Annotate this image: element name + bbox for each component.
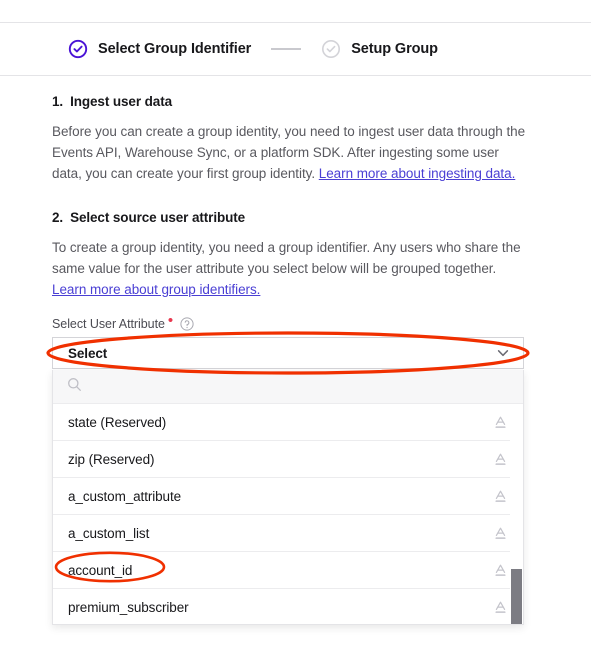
dropdown-option-label: a_custom_attribute (68, 488, 182, 504)
section-two-title: 2. Select source user attribute (52, 210, 530, 225)
check-circle-icon (321, 39, 341, 59)
text-type-icon (494, 452, 507, 466)
select-value: Select (68, 345, 108, 361)
search-icon (67, 377, 82, 397)
select-user-attribute-label-row: Select User Attribute • (52, 312, 530, 331)
section-one-title: 1. Ingest user data (52, 94, 530, 109)
dropdown-option[interactable]: a_custom_list (53, 515, 523, 552)
select-user-attribute-label: Select User Attribute (52, 317, 165, 331)
dropdown-option[interactable]: a_custom_attribute (53, 478, 523, 515)
text-type-icon (494, 415, 507, 429)
section-two-body-text: To create a group identity, you need a g… (52, 240, 521, 276)
step-label: Select Group Identifier (98, 41, 252, 57)
chevron-down-icon[interactable] (495, 345, 511, 361)
dropdown-option[interactable]: premium_subscriber (53, 589, 523, 624)
dropdown-scrollbar-track[interactable] (510, 404, 523, 624)
dropdown-option-label: a_custom_list (68, 525, 150, 541)
dropdown-option-label: premium_subscriber (68, 599, 189, 615)
header-divider (0, 75, 591, 76)
required-indicator: • (167, 312, 174, 329)
dropdown-option-label: state (Reserved) (68, 414, 167, 430)
dropdown-option[interactable]: state (Reserved) (53, 404, 523, 441)
step-select-group-identifier[interactable]: Select Group Identifier (68, 39, 251, 59)
dropdown-option-label: account_id (68, 562, 133, 578)
check-circle-icon (68, 39, 88, 59)
dropdown-search-input[interactable] (91, 378, 471, 395)
ingest-data-link[interactable]: Learn more about ingesting data. (319, 166, 516, 181)
dropdown-option[interactable]: account_id (53, 552, 523, 589)
group-identifiers-link[interactable]: Learn more about group identifiers. (52, 282, 260, 297)
step-label: Setup Group (351, 41, 438, 57)
attribute-options-dropdown: state (Reserved) zip (Reserved) a_custom_a… (52, 370, 524, 625)
dropdown-scrollbar-thumb[interactable] (511, 569, 522, 624)
step-setup-group[interactable]: Setup Group (321, 39, 438, 59)
stepper-header: Select Group Identifier Setup Group (0, 23, 591, 75)
section-two-title-text: Select source user attribute (70, 210, 246, 225)
dropdown-option[interactable]: zip (Reserved) (53, 441, 523, 478)
section-one-title-text: Ingest user data (70, 94, 172, 109)
text-type-icon (494, 526, 507, 540)
text-type-icon (494, 563, 507, 577)
attribute-options-list: state (Reserved) zip (Reserved) a_custom_a… (53, 404, 523, 624)
select-user-attribute-dropdown-trigger[interactable]: Select (52, 337, 524, 369)
text-type-icon (494, 489, 507, 503)
section-one-number: 1. (52, 94, 64, 109)
step-connector (271, 48, 302, 50)
main-content: 1. Ingest user data Before you can create… (52, 94, 530, 331)
section-one-body: Before you can create a group identity, … (52, 121, 530, 184)
dropdown-option-label: zip (Reserved) (68, 451, 155, 467)
section-two-number: 2. (52, 210, 64, 225)
question-circle-icon[interactable] (180, 317, 194, 331)
page-root: Select Group Identifier Setup Group 1. In… (0, 0, 591, 668)
text-type-icon (494, 600, 507, 614)
section-two-body: To create a group identity, you need a g… (52, 237, 530, 300)
dropdown-search-row[interactable] (53, 370, 523, 404)
